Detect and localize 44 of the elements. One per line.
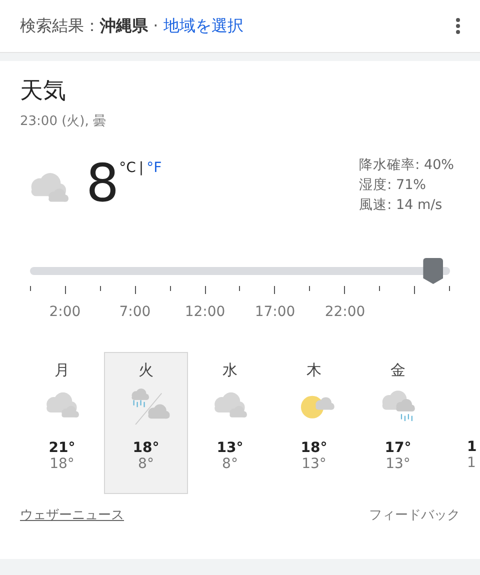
low-temperature: 18°	[50, 456, 74, 472]
day-name: 金	[390, 361, 406, 380]
time-label: 7:00	[118, 304, 152, 320]
low-temperature: 13°	[302, 456, 326, 472]
day-forecast[interactable]: 水 13° 8°	[188, 352, 272, 494]
search-result-label: 検索結果：沖縄県 ·	[20, 16, 158, 36]
high-temperature: 13°	[216, 440, 244, 456]
day-forecast[interactable]: 月 21° 18°	[20, 352, 104, 494]
time-label: 22:00	[324, 304, 366, 320]
high-temperature: 17°	[384, 440, 412, 456]
low-temperature: 8°	[222, 456, 238, 472]
high-temperature: 21°	[48, 440, 76, 456]
day-forecast[interactable]: 1 1	[440, 352, 480, 494]
weather-detail: 降水確率: 40%	[359, 156, 454, 174]
card-title: 天気	[20, 77, 67, 106]
time-label: 12:00	[184, 304, 226, 320]
day-forecast[interactable]: 火 18° 8°	[104, 352, 188, 494]
time-label: 17:00	[254, 304, 296, 320]
day-forecast[interactable]: 金 17° 13°	[356, 352, 440, 494]
time-label: 2:00	[48, 304, 82, 320]
day-name: 木	[306, 361, 322, 380]
weather-subtitle: 23:00 (火), 曇	[20, 113, 108, 130]
day-forecast[interactable]: 木 18° 13°	[272, 352, 356, 494]
select-region-link[interactable]: 地域を選択	[158, 16, 244, 36]
more-icon[interactable]	[456, 18, 460, 34]
time-slider-track[interactable]	[30, 258, 450, 284]
weather-news-link[interactable]: ウェザーニュース	[20, 506, 124, 524]
high-temperature: 18°	[132, 440, 160, 456]
unit-toggle[interactable]: °F	[146, 160, 162, 176]
high-temperature: 18°	[300, 440, 328, 456]
feedback-link[interactable]: フィードバック	[369, 506, 460, 524]
slider-handle[interactable]	[423, 258, 444, 284]
weather-detail: 湿度: 71%	[359, 176, 427, 194]
low-temperature: 1	[467, 455, 476, 471]
day-name: 水	[222, 361, 238, 380]
day-name: 火	[138, 361, 154, 380]
weather-detail: 風速: 14 m/s	[359, 196, 444, 214]
day-name: 月	[54, 361, 70, 380]
unit-divider: |	[138, 160, 144, 176]
temperature: 8	[86, 156, 120, 212]
unit-toggle[interactable]: °C	[119, 160, 136, 176]
low-temperature: 8°	[138, 456, 154, 472]
high-temperature: 1	[467, 439, 477, 455]
low-temperature: 13°	[386, 456, 410, 472]
